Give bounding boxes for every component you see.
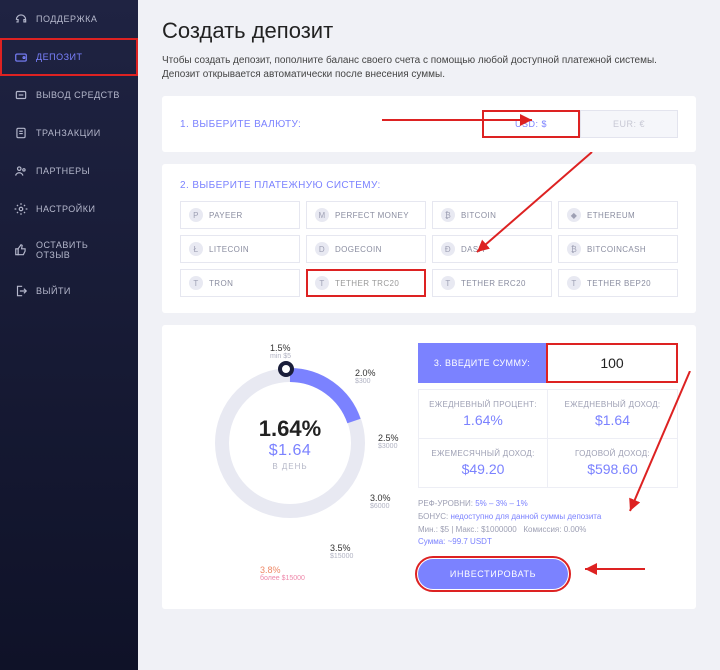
partners-icon (14, 164, 28, 178)
sidebar-item-logout[interactable]: ВЫЙТИ (0, 272, 138, 310)
payment-icon: P (189, 208, 203, 222)
payment-label: TRON (209, 279, 233, 288)
sidebar-label: ВЫВОД СРЕДСТВ (36, 90, 120, 100)
payment-option-dogecoin[interactable]: D DOGECOIN (306, 235, 426, 263)
payment-icon: T (441, 276, 455, 290)
payment-label: DASH (461, 245, 485, 254)
amount-input[interactable]: 100 (546, 343, 678, 383)
page-intro: Чтобы создать депозит, пополните баланс … (162, 54, 696, 82)
stat-cell: ЕЖЕДНЕВНЫЙ ДОХОД:$1.64 (548, 390, 677, 439)
transactions-icon (14, 126, 28, 140)
payment-label: PERFECT MONEY (335, 211, 409, 220)
payment-icon: T (189, 276, 203, 290)
payment-label: BITCOIN (461, 211, 496, 220)
payment-option-tether-erc20[interactable]: T TETHER ERC20 (432, 269, 552, 297)
invest-button[interactable]: ИНВЕСТИРОВАТЬ (418, 559, 568, 589)
arrow-annotation-icon (580, 559, 650, 579)
step2-card: 2. ВЫБЕРИТЕ ПЛАТЕЖНУЮ СИСТЕМУ: PPAYEERMP… (162, 164, 696, 313)
dial-per: В ДЕНЬ (272, 462, 307, 471)
payment-icon: ₿ (567, 242, 581, 256)
sidebar-label: ВЫЙТИ (36, 286, 71, 296)
sidebar-label: ТРАНЗАКЦИИ (36, 128, 101, 138)
sidebar-item-deposit[interactable]: ДЕПОЗИТ (0, 38, 138, 76)
payment-option-ethereum[interactable]: ◆ ETHEREUM (558, 201, 678, 229)
dial-amount: $1.64 (269, 442, 312, 460)
sidebar-item-review[interactable]: ОСТАВИТЬ ОТЗЫВ (0, 228, 138, 272)
currency-eur[interactable]: EUR: € (580, 110, 678, 138)
currency-usd[interactable]: USD: $ (482, 110, 580, 138)
main: Создать депозит Чтобы создать депозит, п… (138, 0, 720, 670)
thumb-icon (14, 243, 28, 257)
payment-label: TETHER ERC20 (461, 279, 526, 288)
wallet-icon (14, 50, 28, 64)
exit-icon (14, 284, 28, 298)
payment-option-tether-trc20[interactable]: T TETHER TRC20 (306, 269, 426, 297)
sidebar-label: ОСТАВИТЬ ОТЗЫВ (36, 240, 124, 260)
payment-label: DOGECOIN (335, 245, 382, 254)
sidebar: ПОДДЕРЖКА ДЕПОЗИТ ВЫВОД СРЕДСТВ ТРАНЗАКЦ… (0, 0, 138, 670)
payment-label: ETHEREUM (587, 211, 635, 220)
payment-label: PAYEER (209, 211, 243, 220)
sidebar-item-withdraw[interactable]: ВЫВОД СРЕДСТВ (0, 76, 138, 114)
payment-icon: M (315, 208, 329, 222)
rate-dial: 1.64% $1.64 В ДЕНЬ 1.5%min $5 2.0%$300 2… (180, 343, 400, 593)
payment-icon: T (567, 276, 581, 290)
step3-label: 3. ВВЕДИТЕ СУММУ: (418, 343, 546, 383)
sidebar-item-partners[interactable]: ПАРТНЕРЫ (0, 152, 138, 190)
step1-card: 1. ВЫБЕРИТЕ ВАЛЮТУ: USD: $ EUR: € (162, 96, 696, 152)
payment-option-dash[interactable]: Ð DASH (432, 235, 552, 263)
payment-icon: Ł (189, 242, 203, 256)
headset-icon (14, 12, 28, 26)
payment-icon: T (315, 276, 329, 290)
sidebar-item-support[interactable]: ПОДДЕРЖКА (0, 0, 138, 38)
stat-cell: ГОДОВОЙ ДОХОД:$598.60 (548, 439, 677, 487)
step1-label: 1. ВЫБЕРИТЕ ВАЛЮТУ: (180, 119, 301, 130)
payment-label: LITECOIN (209, 245, 249, 254)
payment-option-payeer[interactable]: P PAYEER (180, 201, 300, 229)
payment-option-bitcoin[interactable]: ₿ BITCOIN (432, 201, 552, 229)
payment-option-tether-bep20[interactable]: T TETHER BEP20 (558, 269, 678, 297)
payment-icon: ₿ (441, 208, 455, 222)
step3-card: 1.64% $1.64 В ДЕНЬ 1.5%min $5 2.0%$300 2… (162, 325, 696, 609)
dial-rate: 1.64% (259, 416, 321, 442)
meta-info: РЕФ-УРОВНИ: 5% – 3% – 1% БОНУС: недоступ… (418, 498, 678, 549)
page-title: Создать депозит (162, 18, 696, 44)
stat-cell: ЕЖЕМЕСЯЧНЫЙ ДОХОД:$49.20 (419, 439, 548, 487)
payment-label: BITCOINCASH (587, 245, 646, 254)
sidebar-label: ПОДДЕРЖКА (36, 14, 97, 24)
sidebar-item-transactions[interactable]: ТРАНЗАКЦИИ (0, 114, 138, 152)
sidebar-label: ДЕПОЗИТ (36, 52, 82, 62)
step2-label: 2. ВЫБЕРИТЕ ПЛАТЕЖНУЮ СИСТЕМУ: (180, 180, 678, 191)
stat-cell: ЕЖЕДНЕВНЫЙ ПРОЦЕНТ:1.64% (419, 390, 548, 439)
payment-option-litecoin[interactable]: Ł LITECOIN (180, 235, 300, 263)
payment-option-perfect-money[interactable]: M PERFECT MONEY (306, 201, 426, 229)
payment-label: TETHER TRC20 (335, 279, 399, 288)
payment-icon: ◆ (567, 208, 581, 222)
payment-label: TETHER BEP20 (587, 279, 651, 288)
gear-icon (14, 202, 28, 216)
sidebar-item-settings[interactable]: НАСТРОЙКИ (0, 190, 138, 228)
payment-option-tron[interactable]: T TRON (180, 269, 300, 297)
cashout-icon (14, 88, 28, 102)
payment-icon: Ð (441, 242, 455, 256)
sidebar-label: ПАРТНЕРЫ (36, 166, 90, 176)
payment-icon: D (315, 242, 329, 256)
sidebar-label: НАСТРОЙКИ (36, 204, 96, 214)
payment-option-bitcoincash[interactable]: ₿ BITCOINCASH (558, 235, 678, 263)
